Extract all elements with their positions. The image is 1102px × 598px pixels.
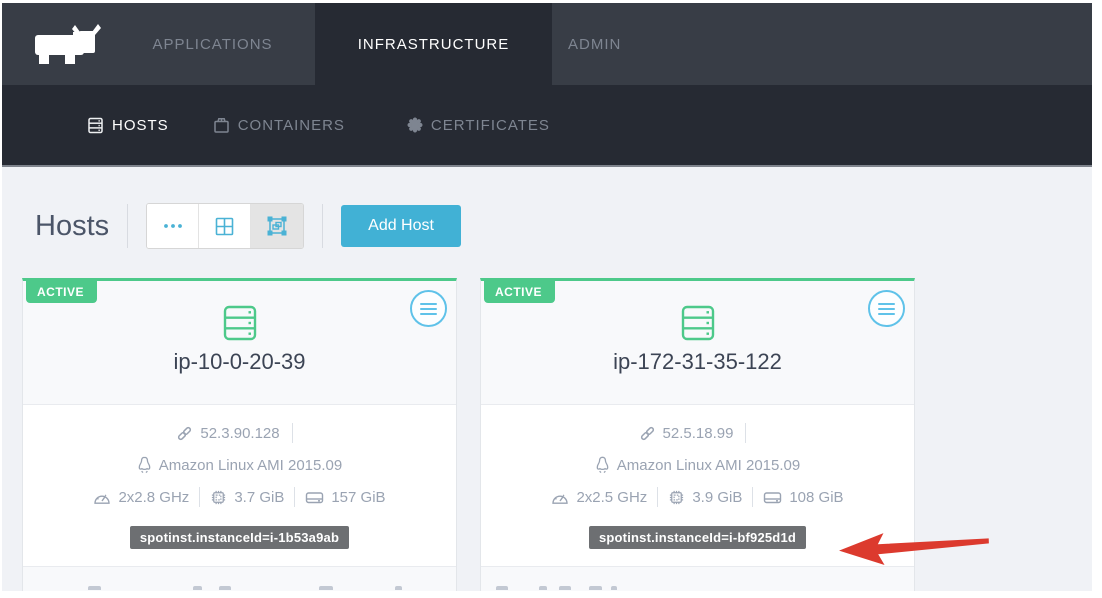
subtab-containers[interactable]: CONTAINERS (213, 117, 345, 134)
host-specs-row: 2x2.5 GHz 3.9 GiB (481, 481, 914, 513)
host-card-header: ACTIVE ip-10-0-20 (23, 281, 456, 405)
divider (294, 487, 295, 507)
host-server-icon (221, 304, 259, 342)
divider (657, 487, 658, 507)
rancher-logo[interactable] (2, 3, 110, 85)
seal-icon (407, 117, 423, 133)
tab-infrastructure[interactable]: INFRASTRUCTURE (315, 3, 552, 85)
memory-chip-icon (210, 489, 227, 506)
disk-icon (763, 490, 782, 505)
host-disk: 157 GiB (331, 489, 385, 506)
host-ip-row: 52.3.90.128 (23, 417, 456, 449)
server-icon (87, 117, 104, 134)
disk-icon (305, 490, 324, 505)
linux-tux-icon (595, 456, 610, 474)
sub-nav: HOSTS CONTAINERS (2, 85, 1092, 167)
host-menu-button[interactable] (868, 290, 905, 327)
main-content: Hosts (2, 167, 1092, 591)
host-label-badge: spotinst.instanceId=i-bf925d1d (589, 526, 806, 549)
tab-admin[interactable]: ADMIN (552, 3, 672, 85)
red-arrow-annotation (836, 526, 992, 569)
host-ip: 52.5.18.99 (663, 425, 734, 442)
host-card-footer (481, 566, 914, 591)
divider (199, 487, 200, 507)
status-badge: ACTIVE (26, 281, 97, 303)
host-card: ACTIVE ip-10-0-20 (22, 278, 457, 591)
host-os-row: Amazon Linux AMI 2015.09 (23, 449, 456, 481)
subtab-containers-label: CONTAINERS (238, 117, 345, 134)
host-memory: 3.9 GiB (692, 489, 742, 506)
host-specs-row: 2x2.8 GHz 3.7 GiB (23, 481, 456, 513)
status-badge: ACTIVE (484, 281, 555, 303)
add-host-button[interactable]: Add Host (341, 205, 461, 247)
subtab-certificates-label: CERTIFICATES (431, 117, 550, 134)
host-cpu: 2x2.5 GHz (576, 489, 647, 506)
host-name[interactable]: ip-172-31-35-122 (481, 349, 914, 375)
host-server-icon (679, 304, 717, 342)
cpu-gauge-icon (551, 490, 569, 505)
linux-tux-icon (137, 456, 152, 474)
host-info: 52.3.90.128 Amazon Linux AMI 2015.09 (23, 405, 456, 513)
view-grid-button[interactable] (199, 204, 251, 248)
toolbar-divider (127, 204, 128, 248)
host-os: Amazon Linux AMI 2015.09 (617, 457, 800, 474)
host-card-header: ACTIVE ip-172-31- (481, 281, 914, 405)
divider (745, 423, 746, 443)
grid-icon (215, 217, 234, 236)
cpu-gauge-icon (93, 490, 111, 505)
host-menu-button[interactable] (410, 290, 447, 327)
view-topology-button[interactable] (251, 204, 303, 248)
subtab-hosts-label: HOSTS (112, 117, 169, 134)
host-name[interactable]: ip-10-0-20-39 (23, 349, 456, 375)
host-card-footer (23, 566, 456, 591)
host-cpu: 2x2.8 GHz (118, 489, 189, 506)
divider (292, 423, 293, 443)
memory-chip-icon (668, 489, 685, 506)
toolbar-divider (322, 204, 323, 248)
host-os-row: Amazon Linux AMI 2015.09 (481, 449, 914, 481)
rancher-cow-icon (32, 21, 106, 67)
host-ip: 52.3.90.128 (200, 425, 279, 442)
container-box-icon (213, 117, 230, 134)
top-nav: APPLICATIONS INFRASTRUCTURE ADMIN (2, 3, 1092, 85)
host-card-list: ACTIVE ip-10-0-20 (22, 278, 938, 591)
host-os: Amazon Linux AMI 2015.09 (159, 457, 342, 474)
host-memory: 3.7 GiB (234, 489, 284, 506)
subtab-certificates[interactable]: CERTIFICATES (407, 117, 550, 134)
host-disk: 108 GiB (789, 489, 843, 506)
topology-icon (267, 216, 287, 236)
host-info: 52.5.18.99 Amazon Linux AMI 2015.09 (481, 405, 914, 513)
link-icon (639, 425, 656, 442)
divider (752, 487, 753, 507)
page-title: Hosts (35, 210, 109, 243)
view-mode-group (146, 203, 304, 249)
host-label-row: spotinst.instanceId=i-1b53a9ab (23, 526, 456, 550)
hosts-toolbar: Hosts (2, 167, 1092, 251)
host-label-badge: spotinst.instanceId=i-1b53a9ab (130, 526, 349, 549)
view-list-button[interactable] (147, 204, 199, 248)
subtab-hosts[interactable]: HOSTS (87, 117, 169, 134)
host-ip-row: 52.5.18.99 (481, 417, 914, 449)
tab-applications[interactable]: APPLICATIONS (110, 3, 315, 85)
app-window: APPLICATIONS INFRASTRUCTURE ADMIN HOSTS (2, 3, 1092, 591)
dots-icon (163, 223, 183, 229)
link-icon (176, 425, 193, 442)
